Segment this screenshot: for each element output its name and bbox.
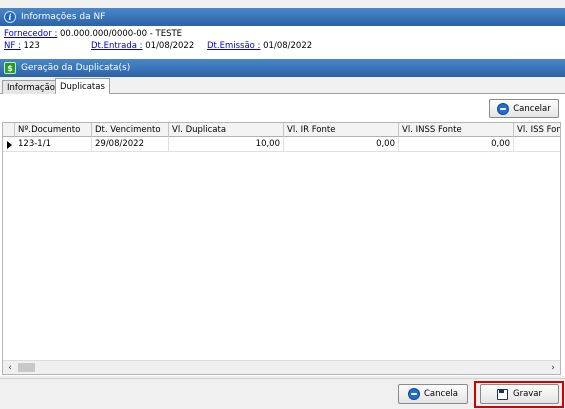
grid-indicator-header <box>3 123 15 137</box>
cancel-circle-icon <box>497 102 510 115</box>
nf-link[interactable]: NF : <box>4 41 21 51</box>
col-header-documento[interactable]: Nº.Documento <box>15 123 92 137</box>
cell-vl-inss-fonte[interactable]: 0,00 <box>399 137 514 152</box>
col-header-vencimento[interactable]: Dt. Vencimento <box>92 123 169 137</box>
scroll-thumb[interactable] <box>18 363 35 372</box>
fornecedor-value: 00.000.000/0000-00 - TESTE <box>57 29 183 39</box>
cancelar-label: Cancelar <box>513 103 551 114</box>
cancela-label: Cancela <box>423 389 458 399</box>
dt-entrada-value: 01/08/2022 <box>142 41 195 51</box>
row-pointer-icon <box>3 137 15 152</box>
cancel-circle-icon <box>407 388 420 400</box>
nf-info-title: Informações da NF <box>21 12 106 22</box>
fornecedor-link[interactable]: Fornecedor : <box>4 29 57 39</box>
col-header-vl-iss-fonte[interactable]: Vl. ISS Font <box>514 123 560 137</box>
cancela-button[interactable]: Cancela <box>398 384 468 404</box>
info-icon: i <box>4 11 16 23</box>
grid-header: Nº.Documento Dt. Vencimento Vl. Duplicat… <box>3 123 560 137</box>
duplicata-title: Geração da Duplicata(s) <box>21 63 131 73</box>
nf-info-header: i Informações da NF <box>0 8 565 26</box>
dt-emissao-value: 01/08/2022 <box>260 41 313 51</box>
cell-vl-iss-fonte[interactable] <box>514 137 560 152</box>
dt-emissao-link[interactable]: Dt.Emissão : <box>207 41 260 51</box>
dt-entrada-line: Dt.Entrada : 01/08/2022 <box>91 41 194 51</box>
col-header-vl-inss-fonte[interactable]: Vl. INSS Fonte <box>399 123 514 137</box>
fornecedor-line: Fornecedor : 00.000.000/0000-00 - TESTE <box>4 29 182 39</box>
scroll-left-arrow-icon[interactable]: ‹ <box>3 361 17 374</box>
col-header-vl-duplicata[interactable]: Vl. Duplicata <box>169 123 284 137</box>
tab-strip: Informação Duplicatas <box>0 77 565 95</box>
money-icon: $ <box>4 62 16 74</box>
dt-emissao-line: Dt.Emissão : 01/08/2022 <box>207 41 312 51</box>
tab-duplicatas[interactable]: Duplicatas <box>55 78 110 95</box>
dt-entrada-link[interactable]: Dt.Entrada : <box>91 41 143 51</box>
cancelar-button[interactable]: Cancelar <box>489 99 559 118</box>
horizontal-scrollbar[interactable]: ‹ › <box>3 360 560 374</box>
gravar-highlight-box <box>474 381 564 408</box>
nf-info-area: Fornecedor : 00.000.000/0000-00 - TESTE … <box>0 26 565 59</box>
scroll-right-arrow-icon[interactable]: › <box>546 361 560 374</box>
cell-vencimento[interactable]: 29/08/2022 <box>92 137 169 152</box>
duplicata-header: $ Geração da Duplicata(s) <box>0 59 565 77</box>
cell-vl-ir-fonte[interactable]: 0,00 <box>284 137 399 152</box>
duplicatas-grid[interactable]: Nº.Documento Dt. Vencimento Vl. Duplicat… <box>2 122 561 375</box>
col-header-vl-ir-fonte[interactable]: Vl. IR Fonte <box>284 123 399 137</box>
cell-documento[interactable]: 123-1/1 <box>15 137 92 152</box>
tab-informacao[interactable]: Informação <box>2 80 61 94</box>
table-row[interactable]: 123-1/1 29/08/2022 10,00 0,00 0,00 <box>3 137 560 152</box>
cell-vl-duplicata[interactable]: 10,00 <box>169 137 284 152</box>
nf-value: 123 <box>20 41 40 51</box>
nf-line: NF : 123 <box>4 41 40 51</box>
